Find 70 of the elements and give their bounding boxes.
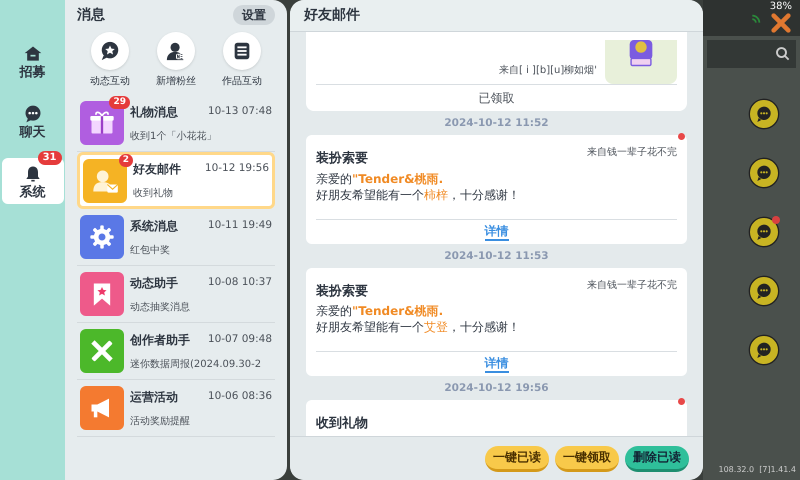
shortcut-button[interactable] [157, 32, 195, 70]
gear-icon [88, 223, 116, 251]
close-icon [770, 12, 792, 34]
nav-tab[interactable]: 招募 [2, 38, 64, 84]
item-title: 运营活动 [130, 388, 178, 406]
shortcut-button[interactable] [91, 32, 129, 70]
house-icon [22, 44, 42, 64]
item-preview: 活动奖励提醒 [130, 414, 191, 428]
item-time: 10-11 19:49 [208, 218, 272, 233]
timestamp: 2024-10-12 11:52 [443, 116, 550, 131]
action-button[interactable]: 一键领取 [555, 446, 619, 472]
timestamp: 2024-10-12 19:56 [443, 381, 550, 396]
message-text: 亲爱的"Tender&桃雨. 好朋友希望能有一个艾登，十分感谢！ [316, 303, 521, 336]
status-text: 已领取 [316, 84, 677, 111]
panel-title: 消息 [77, 6, 105, 24]
item-preview: 收到礼物 [133, 186, 174, 201]
message-text: 亲爱的"Tender&桃雨. 好朋友希望能有一个柿梓，十分感谢！ [316, 170, 521, 204]
card-title: 装扮索要 [316, 150, 368, 168]
chat-bubble-icon [748, 275, 780, 307]
item-time: 10-07 09:48 [208, 332, 272, 347]
message-item[interactable]: 创作者助手 10-07 09:48 迷你数据周报(2024.09.30-2 [77, 323, 275, 380]
item-time: 10-13 07:48 [208, 104, 272, 119]
sender-text: 来自钱一辈子花不完 [587, 146, 677, 160]
item-title: 动态助手 [130, 274, 178, 292]
star-bubble-icon [99, 40, 121, 62]
message-item[interactable]: 运营活动 10-06 08:36 活动奖励提醒 [77, 380, 275, 437]
nav-tab[interactable]: 聊天 [2, 98, 64, 144]
message-item[interactable]: 动态助手 10-08 10:37 动态抽奖消息 [77, 266, 275, 323]
nav-label: 招募 [20, 66, 46, 78]
chat-bubble-icon [22, 104, 42, 124]
search-bar[interactable] [707, 40, 796, 68]
item-preview: 迷你数据周报(2024.09.30-2 [130, 358, 262, 372]
sender-text: 来自[ i ][b][u]柳如烟' [499, 64, 597, 78]
shortcut-button[interactable] [223, 32, 261, 70]
search-icon [774, 45, 792, 63]
action-button[interactable]: 一键已读 [485, 446, 549, 472]
item-time: 10-12 19:56 [204, 161, 269, 176]
panel-title: 好友邮件 [304, 6, 360, 25]
sender-text: 来自钱一辈子花不完 [587, 278, 677, 292]
shortcut-label: 作品互动 [222, 75, 262, 89]
chat-bubble-icon [748, 334, 780, 366]
shortcut-label: 动态互动 [90, 74, 130, 89]
card-title: 收到礼物 [316, 414, 368, 433]
shortcut-label: 新增粉丝 [156, 74, 196, 89]
chat-bubble-icon [748, 157, 780, 189]
settings-button[interactable]: 设置 [233, 5, 275, 25]
badge: 2 [118, 154, 133, 166]
item-title: 礼物消息 [130, 104, 178, 120]
item-preview: 动态抽奖消息 [130, 300, 191, 314]
version-text: 108.32.0 [7]1.41.4 [718, 464, 796, 476]
nav-label: 系统 [20, 186, 46, 198]
battery-text: 38% [770, 2, 792, 12]
chat-bubble-icon [748, 216, 780, 248]
item-title: 好友邮件 [133, 161, 181, 178]
message-item[interactable]: 系统消息 10-11 19:49 红包中奖 [77, 209, 275, 266]
badge: 29 [109, 96, 130, 109]
message-item[interactable]: 2 好友邮件 10-12 19:56 收到礼物 [77, 152, 275, 209]
card-title: 装扮索要 [316, 282, 368, 300]
item-time: 10-08 10:37 [208, 274, 272, 290]
nav-label: 聊天 [20, 126, 46, 138]
item-title: 创作者助手 [130, 332, 190, 348]
message-item[interactable]: 29 礼物消息 10-13 07:48 收到1个「小花花」 [77, 95, 275, 152]
timestamp: 2024-10-12 11:53 [443, 248, 550, 264]
item-preview: 红包中奖 [130, 244, 171, 258]
chat-bubble-icon [748, 98, 780, 130]
action-button[interactable]: 删除已读 [625, 446, 689, 472]
item-title: 系统消息 [130, 218, 178, 234]
item-preview: 收到1个「小花花」 [130, 130, 218, 144]
badge: 31 [38, 151, 62, 165]
item-time: 10-06 08:36 [208, 388, 272, 404]
